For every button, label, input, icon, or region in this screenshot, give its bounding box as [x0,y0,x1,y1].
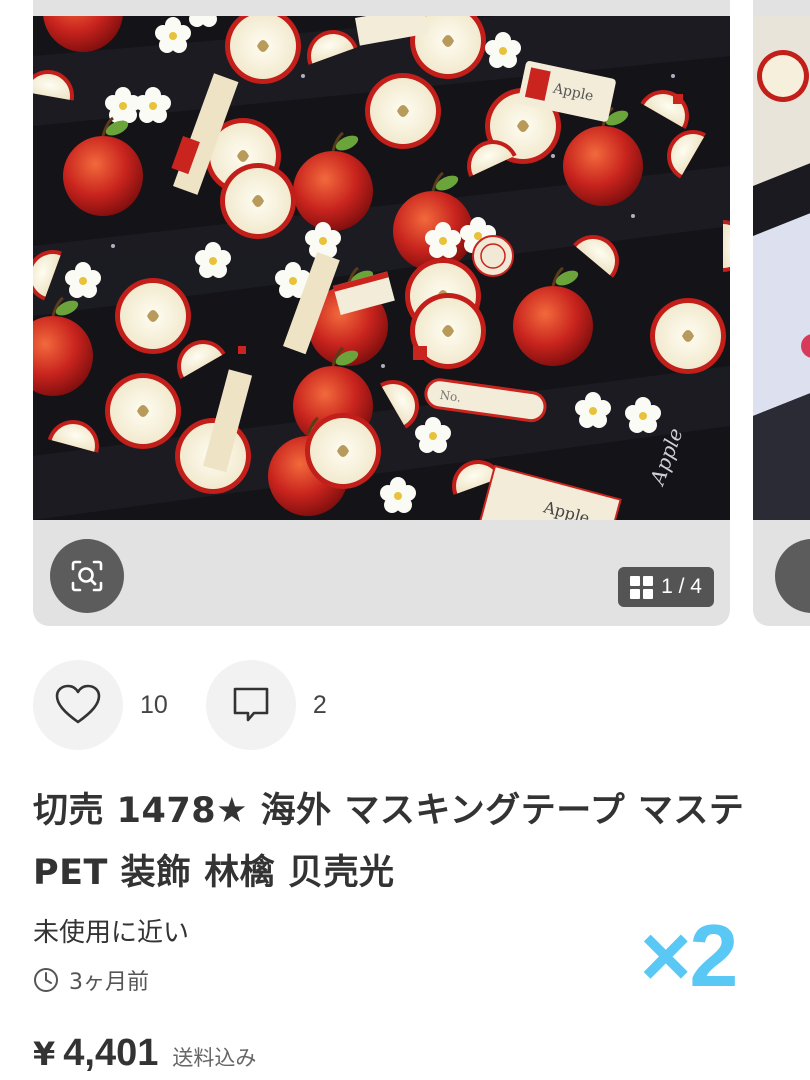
image-search-button-next[interactable] [775,539,810,613]
posted-time: 3ヶ月前 [33,964,149,996]
quantity-badge: ×2 [640,906,738,1005]
image-search-button[interactable] [50,539,124,613]
next-image-card[interactable] [753,0,810,626]
image-counter[interactable]: 1 / 4 [618,567,714,607]
lens-search-icon [71,560,103,592]
product-image-card[interactable]: Apple No. Apple Apple 1 / 4 [33,0,730,626]
item-title: 切売 1478★ 海外 マスキングテープ マステ PET 装飾 林檎 贝壳光 [33,791,745,893]
grid-icon [630,575,654,599]
price-value: 4,401 [63,1032,159,1074]
next-product-photo [753,16,810,520]
shipping-note: 送料込み [172,1046,257,1070]
product-photo[interactable]: Apple No. Apple Apple [33,16,730,520]
like-button[interactable] [33,660,123,750]
image-counter-text: 1 / 4 [661,575,702,598]
label-text: No. [439,388,462,405]
price: ¥ 4,401 送料込み [33,1032,256,1075]
washi-tape-photo: Apple No. Apple Apple [33,16,730,520]
comment-button[interactable] [205,660,296,750]
image-carousel[interactable]: Apple No. Apple Apple 1 / 4 [0,0,810,630]
posted-time-text: 3ヶ月前 [69,970,149,995]
heart-icon [55,684,101,724]
currency-symbol: ¥ [33,1035,56,1073]
like-count: 10 [140,690,168,719]
comment-icon [233,687,269,722]
action-bar: 10 2 [33,660,327,750]
comment-count: 2 [312,690,327,719]
item-condition: 未使用に近い [33,918,190,948]
clock-icon [34,968,58,992]
